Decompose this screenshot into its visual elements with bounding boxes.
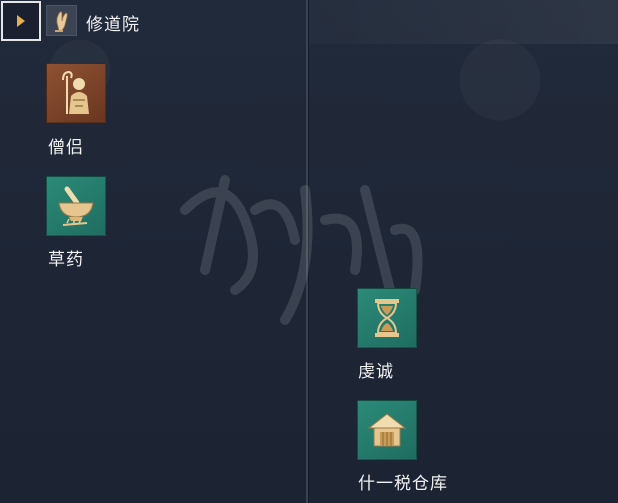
- chevron-right-icon: [17, 15, 25, 27]
- monk-label: 僧侣: [48, 138, 84, 158]
- page-title: 修道院: [86, 15, 140, 35]
- mortar-pestle-icon: [58, 186, 94, 226]
- hourglass-icon: [375, 299, 399, 337]
- herbs-label: 草药: [48, 250, 84, 270]
- expand-button[interactable]: [1, 1, 41, 41]
- monk-icon: [62, 70, 89, 114]
- column-divider: [306, 0, 308, 503]
- header-strip: [309, 0, 618, 44]
- praying-hands-icon: [46, 5, 77, 36]
- piety-tile[interactable]: [357, 288, 417, 348]
- monk-tile[interactable]: [46, 63, 106, 123]
- storehouse-icon: [367, 413, 407, 447]
- herbs-tile[interactable]: [46, 176, 106, 236]
- tithe-barn-label: 什一税仓库: [358, 474, 448, 494]
- tithe-barn-tile[interactable]: [357, 400, 417, 460]
- piety-label: 虔诚: [358, 362, 394, 382]
